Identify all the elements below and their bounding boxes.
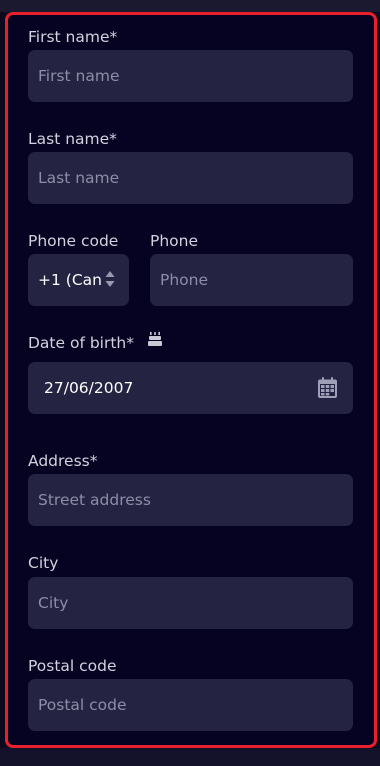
phone-code-label: Phone code <box>28 232 119 250</box>
first-name-label: First name* <box>28 28 118 46</box>
postal-code-input[interactable]: Postal code <box>28 679 353 731</box>
date-of-birth-input[interactable]: 27/06/2007 <box>28 362 353 414</box>
top-strip <box>0 0 380 12</box>
phone-placeholder: Phone <box>160 271 209 289</box>
up-down-arrows-icon <box>105 269 115 293</box>
birthday-cake-icon <box>147 331 163 352</box>
date-of-birth-label: Date of birth* <box>28 331 163 354</box>
city-label: City <box>28 554 59 572</box>
postal-code-label: Postal code <box>28 657 117 675</box>
city-placeholder: City <box>38 594 69 612</box>
postal-code-placeholder: Postal code <box>38 696 127 714</box>
last-name-placeholder: Last name <box>38 169 120 187</box>
address-label: Address* <box>28 452 98 470</box>
street-address-input[interactable]: Street address <box>28 474 353 526</box>
city-input[interactable]: City <box>28 577 353 629</box>
last-name-label: Last name* <box>28 130 117 148</box>
calendar-icon[interactable] <box>318 377 337 402</box>
bottom-strip <box>0 748 380 766</box>
date-of-birth-label-text: Date of birth* <box>28 334 135 352</box>
street-address-placeholder: Street address <box>38 491 151 509</box>
date-of-birth-value: 27/06/2007 <box>44 379 134 397</box>
last-name-input[interactable]: Last name <box>28 152 353 204</box>
phone-code-select[interactable]: +1 (Can <box>28 254 129 306</box>
phone-input[interactable]: Phone <box>150 254 353 306</box>
first-name-placeholder: First name <box>38 67 120 85</box>
phone-code-value: +1 (Can <box>38 271 102 289</box>
first-name-input[interactable]: First name <box>28 50 353 102</box>
registration-form: First name* First name Last name* Last n… <box>5 12 377 748</box>
phone-label: Phone <box>150 232 199 250</box>
